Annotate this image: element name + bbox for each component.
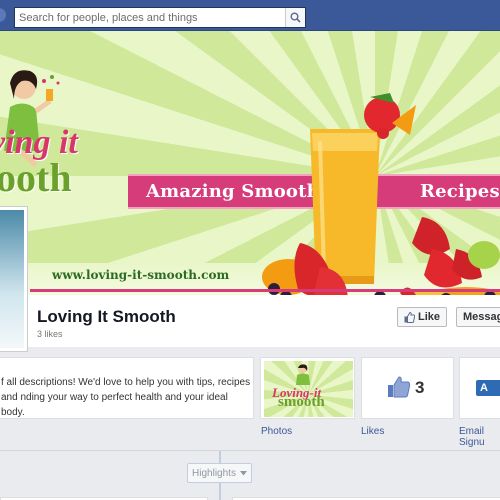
likes-thumbs-up-icon [388, 376, 411, 398]
profile-picture-image [0, 210, 24, 348]
likes-tile-count: 3 [415, 378, 425, 397]
photos-label[interactable]: Photos [261, 426, 292, 437]
brand-wordmark-line2: ooth [0, 155, 72, 200]
profile-picture[interactable] [0, 206, 28, 352]
facebook-logo-icon[interactable] [0, 8, 6, 22]
message-button-label: Messag [463, 311, 500, 323]
thumbnail-girl-icon [296, 364, 310, 385]
about-text: f all descriptions! We'd love to help yo… [1, 377, 251, 418]
email-signup-label[interactable]: Email Signu [459, 426, 500, 448]
message-button[interactable]: Messag [456, 307, 500, 327]
brand-wordmark: ving it ooth [0, 126, 78, 200]
cover-photo[interactable]: ving it ooth Amazing Smoothie Recipes ww… [0, 31, 500, 295]
highlights-dropdown[interactable]: Highlights [187, 463, 252, 483]
search-button[interactable] [285, 8, 305, 27]
info-section: f all descriptions! We'd love to help yo… [0, 347, 500, 450]
search-icon [290, 12, 301, 23]
likes-count[interactable]: 3 likes [37, 329, 63, 339]
chevron-down-icon [239, 470, 247, 475]
page-title[interactable]: Loving It Smooth [37, 307, 176, 327]
about-card: f all descriptions! We'd love to help yo… [0, 357, 254, 419]
email-signup-tile[interactable]: A [459, 357, 500, 419]
page-header: Loving It Smooth 3 likes Like Messag [0, 295, 500, 347]
like-button[interactable]: Like [397, 307, 447, 327]
website-url: www.loving-it-smooth.com [52, 268, 230, 282]
likes-tile[interactable]: 3 [361, 357, 454, 419]
photos-thumbnail: Loving-it smooth [264, 361, 353, 417]
smoothie-glass-illustration [262, 93, 500, 295]
cover-divider [30, 289, 500, 292]
email-signup-icon: A [476, 380, 500, 396]
search-box[interactable] [14, 7, 306, 28]
top-bar [0, 0, 500, 31]
search-input[interactable] [15, 8, 283, 28]
likes-label[interactable]: Likes [361, 426, 384, 437]
thumbnail-text-line2: smooth [278, 394, 325, 410]
like-button-label: Like [417, 311, 440, 323]
timeline: Highlights [0, 450, 500, 500]
highlights-label: Highlights [192, 467, 236, 479]
photos-tile[interactable]: Loving-it smooth [260, 357, 355, 419]
thumbs-up-icon [404, 311, 415, 323]
